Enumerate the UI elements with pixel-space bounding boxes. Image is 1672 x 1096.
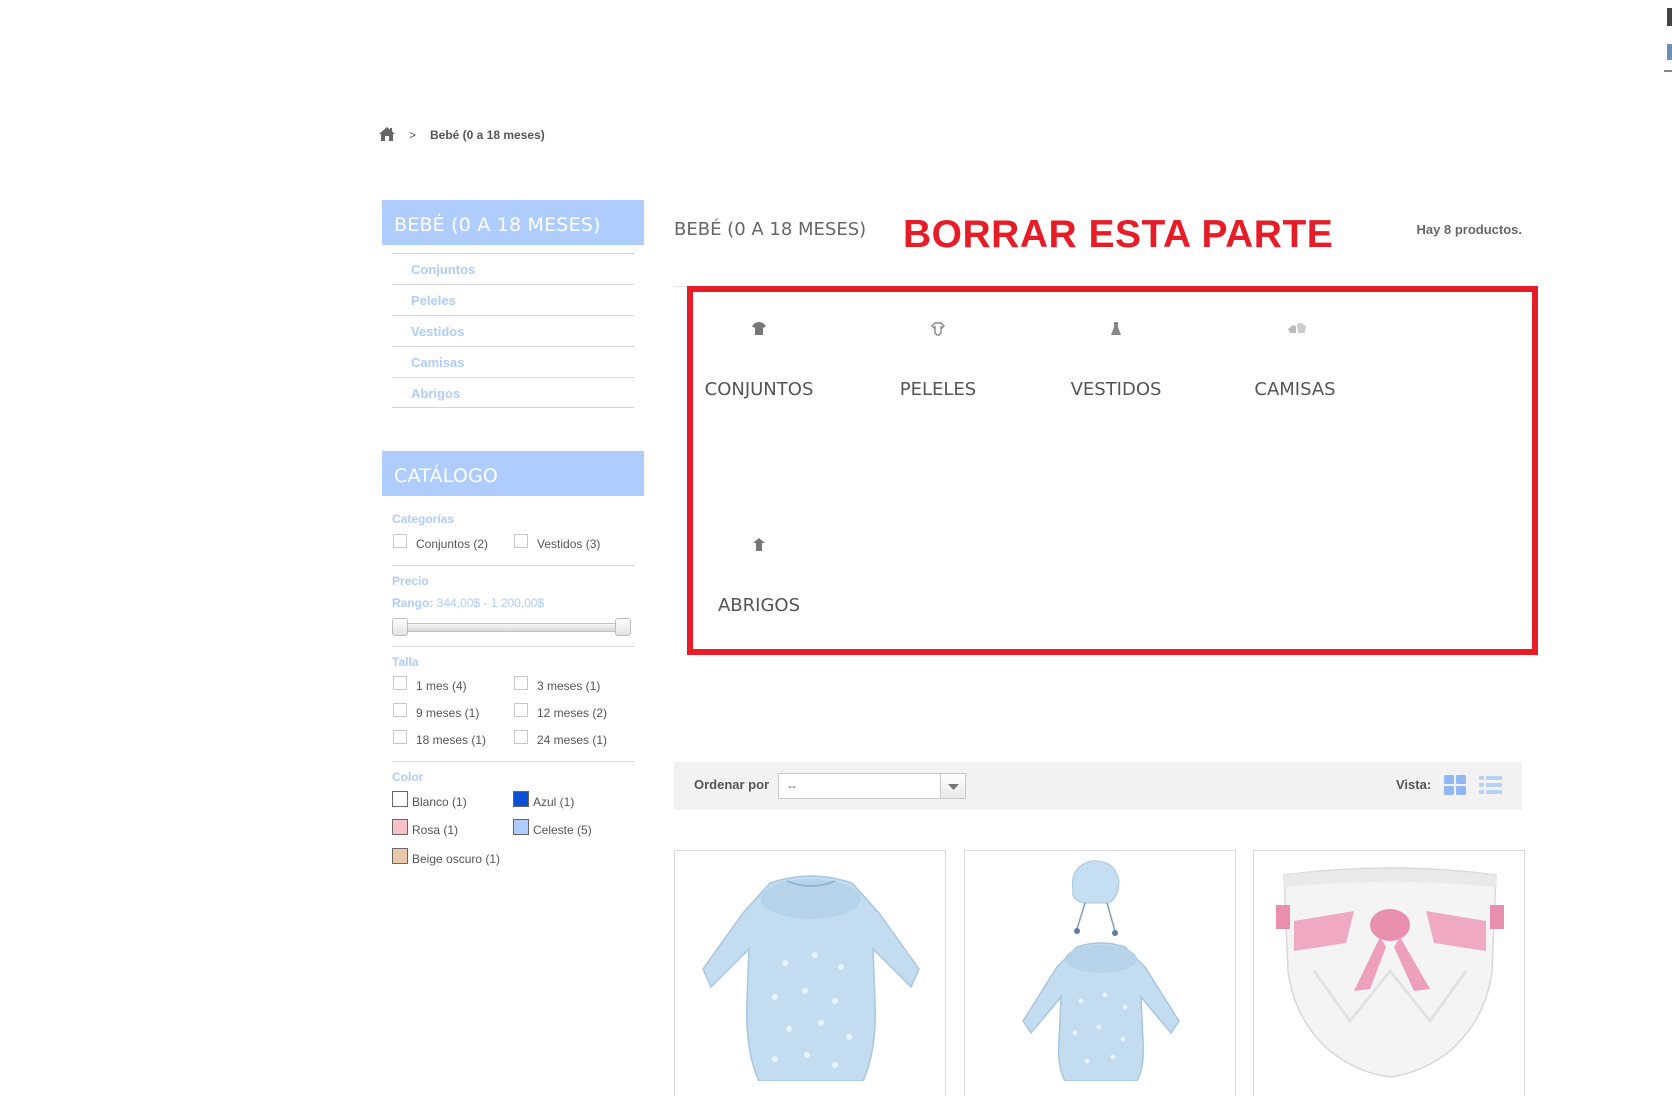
grid-view-icon[interactable] [1443, 774, 1467, 796]
filter-option-vestidos: Vestidos (3) [537, 537, 601, 551]
price-slider-track[interactable] [398, 623, 625, 632]
color-swatch-blanco[interactable] [392, 791, 408, 807]
filter-checkbox-12-meses[interactable] [514, 703, 528, 717]
filter-size-label: Talla [392, 655, 419, 669]
subcategory-list: Conjuntos Peleles Vestidos Camisas Abrig… [392, 253, 634, 408]
filter-checkbox-conjuntos[interactable] [393, 534, 407, 548]
sidebar-item-abrigos[interactable]: Abrigos [392, 377, 634, 408]
filter-option-12-meses: 12 meses (2) [537, 706, 608, 720]
sort-select[interactable] [778, 773, 966, 799]
page-title: BEBÉ (0 A 18 MESES) [674, 219, 867, 240]
annotation-box [687, 286, 1538, 655]
filter-checkbox-1-mes[interactable] [393, 676, 407, 690]
filter-checkbox-vestidos[interactable] [514, 534, 528, 548]
filter-option-9-meses: 9 meses (1) [416, 706, 480, 720]
price-range-label: Rango: [392, 596, 434, 610]
list-view-icon[interactable] [1478, 774, 1503, 796]
filter-option-rosa: Rosa (1) [412, 823, 459, 837]
product-card[interactable] [1253, 850, 1525, 1096]
filter-categories-label: Categorías [392, 512, 455, 526]
window-edge-artifact [1664, 0, 1672, 76]
filter-option-18-meses: 18 meses (1) [416, 733, 487, 747]
sidebar-item-peleles[interactable]: Peleles [392, 284, 634, 315]
filter-checkbox-18-meses[interactable] [393, 730, 407, 744]
annotation-text: BORRAR ESTA PARTE [903, 213, 1334, 256]
view-label: Vista: [1396, 777, 1432, 792]
sidebar-item-camisas[interactable]: Camisas [392, 346, 634, 377]
filter-checkbox-24-meses[interactable] [514, 730, 528, 744]
color-swatch-beige-oscuro[interactable] [392, 848, 408, 864]
chevron-down-icon[interactable] [940, 774, 965, 798]
filter-option-3-meses: 3 meses (1) [537, 679, 601, 693]
catalog-block-title: CATÁLOGO [382, 451, 644, 496]
filter-option-1-mes: 1 mes (4) [416, 679, 467, 693]
filter-option-blanco: Blanco (1) [412, 795, 467, 809]
sort-select-value: -- [788, 779, 796, 793]
product-count: Hay 8 productos. [1416, 222, 1522, 237]
category-block-title: BEBÉ (0 A 18 MESES) [382, 200, 644, 245]
price-slider-min-handle[interactable] [392, 618, 408, 636]
sidebar-item-vestidos[interactable]: Vestidos [392, 315, 634, 346]
breadcrumb-separator: > [409, 128, 417, 142]
filter-color-label: Color [392, 770, 424, 784]
color-swatch-rosa[interactable] [392, 819, 408, 835]
filter-option-azul: Azul (1) [533, 795, 575, 809]
filter-divider [392, 761, 634, 762]
filter-checkbox-3-meses[interactable] [514, 676, 528, 690]
product-card[interactable] [674, 850, 946, 1096]
color-swatch-celeste[interactable] [513, 819, 529, 835]
price-range-text: Rango: 344,00$ - 1 200,00$ [392, 596, 544, 610]
product-card[interactable] [964, 850, 1236, 1096]
filter-price-label: Precio [392, 574, 429, 588]
filter-divider [392, 646, 634, 647]
sidebar-item-conjuntos[interactable]: Conjuntos [392, 253, 634, 284]
home-icon[interactable] [378, 126, 396, 142]
filter-option-beige-oscuro: Beige oscuro (1) [412, 852, 501, 866]
product-image-knit-bloomer[interactable] [1254, 851, 1524, 1081]
filter-option-celeste: Celeste (5) [533, 823, 592, 837]
breadcrumb-current: Bebé (0 a 18 meses) [430, 128, 545, 142]
filter-option-24-meses: 24 meses (1) [537, 733, 608, 747]
price-range-value: 344,00$ - 1 200,00$ [436, 596, 545, 610]
product-image-knit-set-with-bonnet[interactable] [965, 851, 1235, 1081]
sort-label: Ordenar por [694, 777, 770, 792]
filter-checkbox-9-meses[interactable] [393, 703, 407, 717]
price-slider-max-handle[interactable] [615, 618, 631, 636]
filter-option-conjuntos: Conjuntos (2) [416, 537, 489, 551]
product-image-knit-romper[interactable] [675, 851, 945, 1081]
color-swatch-azul[interactable] [513, 791, 529, 807]
filter-divider [392, 565, 634, 566]
